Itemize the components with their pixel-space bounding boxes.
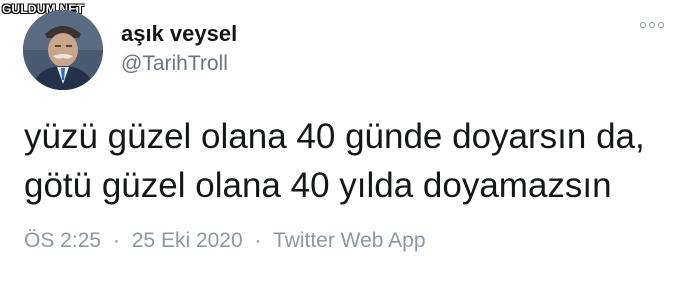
tweet-text-line: yüzü güzel olana 40 günde doyarsın da,	[24, 117, 645, 156]
display-name[interactable]: aşık veysel	[121, 21, 237, 47]
avatar-portrait-image	[23, 10, 103, 90]
more-dot	[640, 22, 646, 28]
tweet-text: yüzü güzel olana 40 günde doyarsın da, g…	[24, 112, 674, 210]
tweet-source[interactable]: Twitter Web App	[273, 229, 426, 252]
meta-separator: ·	[254, 229, 262, 252]
avatar[interactable]	[23, 10, 103, 90]
tweet-date[interactable]: 25 Eki 2020	[132, 229, 243, 252]
user-handle[interactable]: @TarihTroll	[121, 52, 228, 76]
tweet-metadata: ÖS 2:25 · 25 Eki 2020 · Twitter Web App	[24, 229, 426, 253]
more-dot	[649, 22, 655, 28]
more-dot	[658, 22, 664, 28]
more-options-icon[interactable]	[640, 22, 664, 28]
meta-separator: ·	[112, 229, 120, 252]
tweet-text-line: götü güzel olana 40 yılda doyamazsın	[24, 166, 612, 205]
tweet-time[interactable]: ÖS 2:25	[24, 229, 101, 252]
